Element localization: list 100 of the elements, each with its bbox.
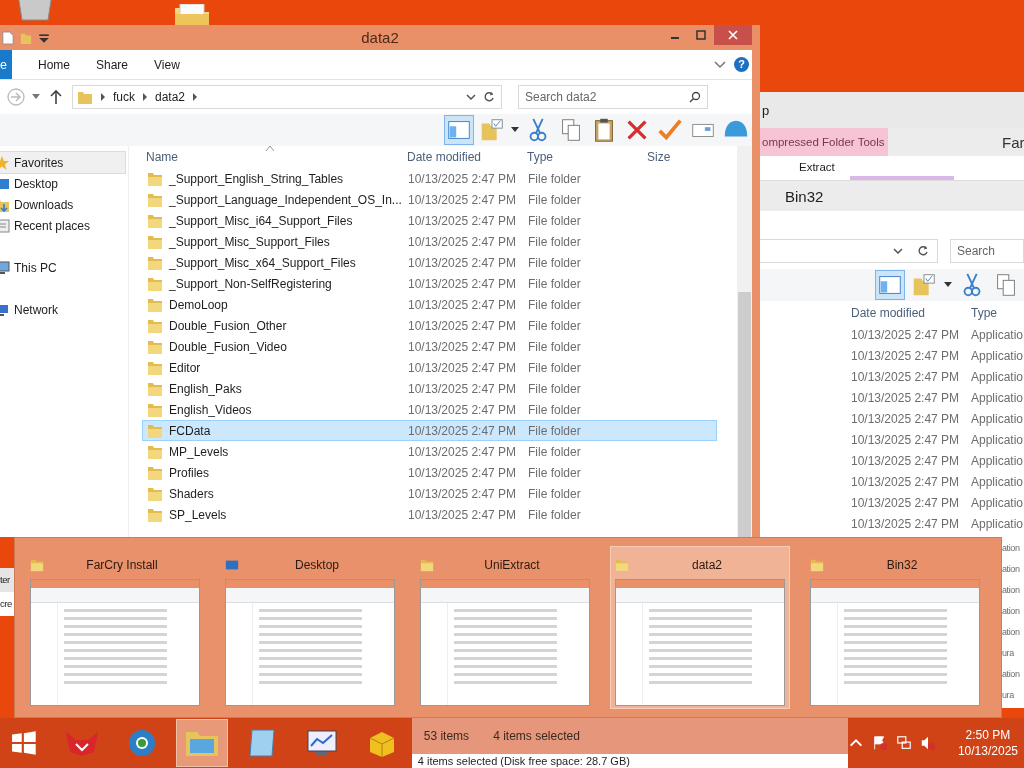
refresh-icon[interactable] [483,91,495,103]
breadcrumb[interactable]: data2 [155,90,186,104]
column-header[interactable]: Type [971,306,997,320]
help-icon[interactable]: ? [734,57,749,72]
date-cell-text: 10/13/2025 2:47 PM [408,402,518,417]
file-row[interactable]: English_Paks 10/13/2025 2:47 PM File folder [142,378,717,399]
properties-icon[interactable] [2,30,14,45]
date-cell-text: 10/13/2025 2:47 PM [408,465,518,480]
chevron-down-icon[interactable] [466,94,476,100]
window-preview[interactable]: FarCry Install [25,546,205,709]
folder-icon [147,401,163,418]
file-row[interactable]: _Support_Misc_x64_Support_Files 10/13/2025 2:47 PM File folder [142,252,717,273]
file-row[interactable]: Double_Fusion_Video 10/13/2025 2:47 PM File folder [142,336,717,357]
search-field[interactable]: Search [950,239,1024,263]
flag-icon[interactable] [871,735,888,751]
file-row[interactable]: SP_Levels 10/13/2025 2:47 PM File folder [142,504,717,525]
file-name: MP_Levels [169,444,229,459]
file-tab[interactable]: e [0,50,12,79]
type-cell-text: File folder [528,234,582,249]
file-row[interactable]: MP_Levels 10/13/2025 2:47 PM File folder [142,441,717,462]
clock[interactable]: 2:50 PM 10/13/2025 [957,727,1018,759]
folder-icon [147,359,163,376]
folder-icon [147,170,163,187]
address-bar[interactable]: fuck data2 [72,85,502,109]
file-row[interactable]: Profiles 10/13/2025 2:47 PM File folder [142,462,717,483]
file-name: Double_Fusion_Other [169,318,287,333]
type-cell-text: ation [1002,626,1021,639]
window-preview[interactable]: UniExtract [415,546,595,709]
folder-icon [615,557,629,573]
type-cell-text: File folder [528,213,582,228]
nav-item[interactable]: This PC [0,257,128,278]
date-cell-text: 10/13/2025 2:47 PM [408,255,518,270]
column-header[interactable]: Date modified [407,150,527,164]
preview-pane-icon[interactable] [876,271,904,299]
scrollbar[interactable] [737,146,752,537]
nav-item[interactable]: Downloads [0,194,128,215]
window-preview[interactable]: Bin32 [805,546,985,709]
file-row[interactable]: DemoLoop 10/13/2025 2:47 PM File folder [142,294,717,315]
scrollbar-thumb[interactable] [738,292,751,537]
window-preview[interactable]: data2 [610,546,790,709]
folder-icon[interactable] [174,4,210,26]
window-title: FarCry Install [85,558,159,572]
file-row[interactable]: _Support_English_String_Tables 10/13/2025 2:47 PM File folder [142,168,717,189]
windows-logo-icon[interactable] [11,730,37,756]
file-row[interactable]: Shaders 10/13/2025 2:47 PM File folder [142,483,717,504]
file-row[interactable]: Editor 10/13/2025 2:47 PM File folder [142,357,717,378]
caret-icon[interactable] [944,282,952,288]
status-text: 4 items selected [493,729,580,743]
file-row[interactable]: _Support_Non-SelfRegistering 10/13/2025 2:47 PM File folder [142,273,717,294]
ribbon-tab[interactable]: Far [1002,128,1024,156]
network-icon[interactable] [895,735,912,751]
file-row[interactable]: _Support_Language_Independent_OS_In... 10/13/2025 2:47 PM File folder [142,189,717,210]
window-preview[interactable]: Desktop [220,546,400,709]
file-name: _Support_Misc_x64_Support_Files [169,255,356,270]
ribbon-tab[interactable]: Share [70,50,128,79]
ribbon-tab[interactable]: Extract [799,161,835,173]
date-cell-text: 10/13/2025 2:47 PM [408,297,518,312]
type-cell-text: File folder [528,339,582,354]
date-cell-text: 10/13/2025 2:47 PM [851,411,961,426]
speaker-muted-icon[interactable] [919,735,936,751]
folder-icon [147,254,163,271]
file-row[interactable]: _Support_Misc_Support_Files 10/13/2025 2:47 PM File folder [142,231,717,252]
ribbon-context-tab[interactable]: ompressed Folder Tools [760,128,888,156]
breadcrumb-arrow-icon[interactable] [100,93,106,101]
file-row[interactable]: English_Videos 10/13/2025 2:47 PM File folder [142,399,717,420]
close-button[interactable] [714,25,752,45]
nav-item[interactable]: Recent places [0,215,128,236]
chevron-down-icon[interactable] [893,248,903,254]
preview-pane-icon[interactable] [445,116,473,144]
file-name: _Support_Non-SelfRegistering [169,276,332,291]
ribbon-tab[interactable]: Home [12,50,70,79]
type-cell-text: File folder [528,423,582,438]
folder-icon [147,380,163,397]
type-cell-text: File folder [528,444,582,459]
nav-item[interactable]: Favorites [0,152,125,173]
caret-icon[interactable] [511,127,519,133]
file-name: FCData [169,423,211,438]
breadcrumb[interactable]: fuck [113,90,135,104]
date-cell-text: 10/13/2025 2:47 PM [851,369,961,384]
type-cell-text: ation [1002,668,1021,681]
column-header[interactable]: Type [527,150,647,164]
file-row[interactable]: FCData 10/13/2025 2:47 PM File folder [142,420,717,441]
file-row[interactable]: Double_Fusion_Other 10/13/2025 2:47 PM File folder [142,315,717,336]
location-title: Bin32 [785,187,824,205]
breadcrumb-arrow-icon[interactable] [142,93,148,101]
date-cell-text: 10/13/2025 2:47 PM [408,276,518,291]
ribbon-tab[interactable]: View [128,50,186,79]
nav-item[interactable]: Desktop [0,173,128,194]
file-row[interactable]: _Support_Misc_i64_Support_Files 10/13/2025 2:47 PM File folder [142,210,717,231]
folder-icon [147,338,163,355]
column-header[interactable]: Name [142,150,407,164]
column-header[interactable]: Size [647,150,707,164]
chevron-down-icon[interactable] [714,60,726,69]
refresh-icon[interactable] [917,245,929,257]
column-header[interactable]: Date modified [851,306,971,320]
type-cell: Applicatio [971,495,1024,510]
folder-icon [147,506,163,523]
breadcrumb-arrow-icon[interactable] [192,93,199,101]
type-cell-text: ura [1002,689,1015,702]
nav-item[interactable]: Network [0,299,128,320]
